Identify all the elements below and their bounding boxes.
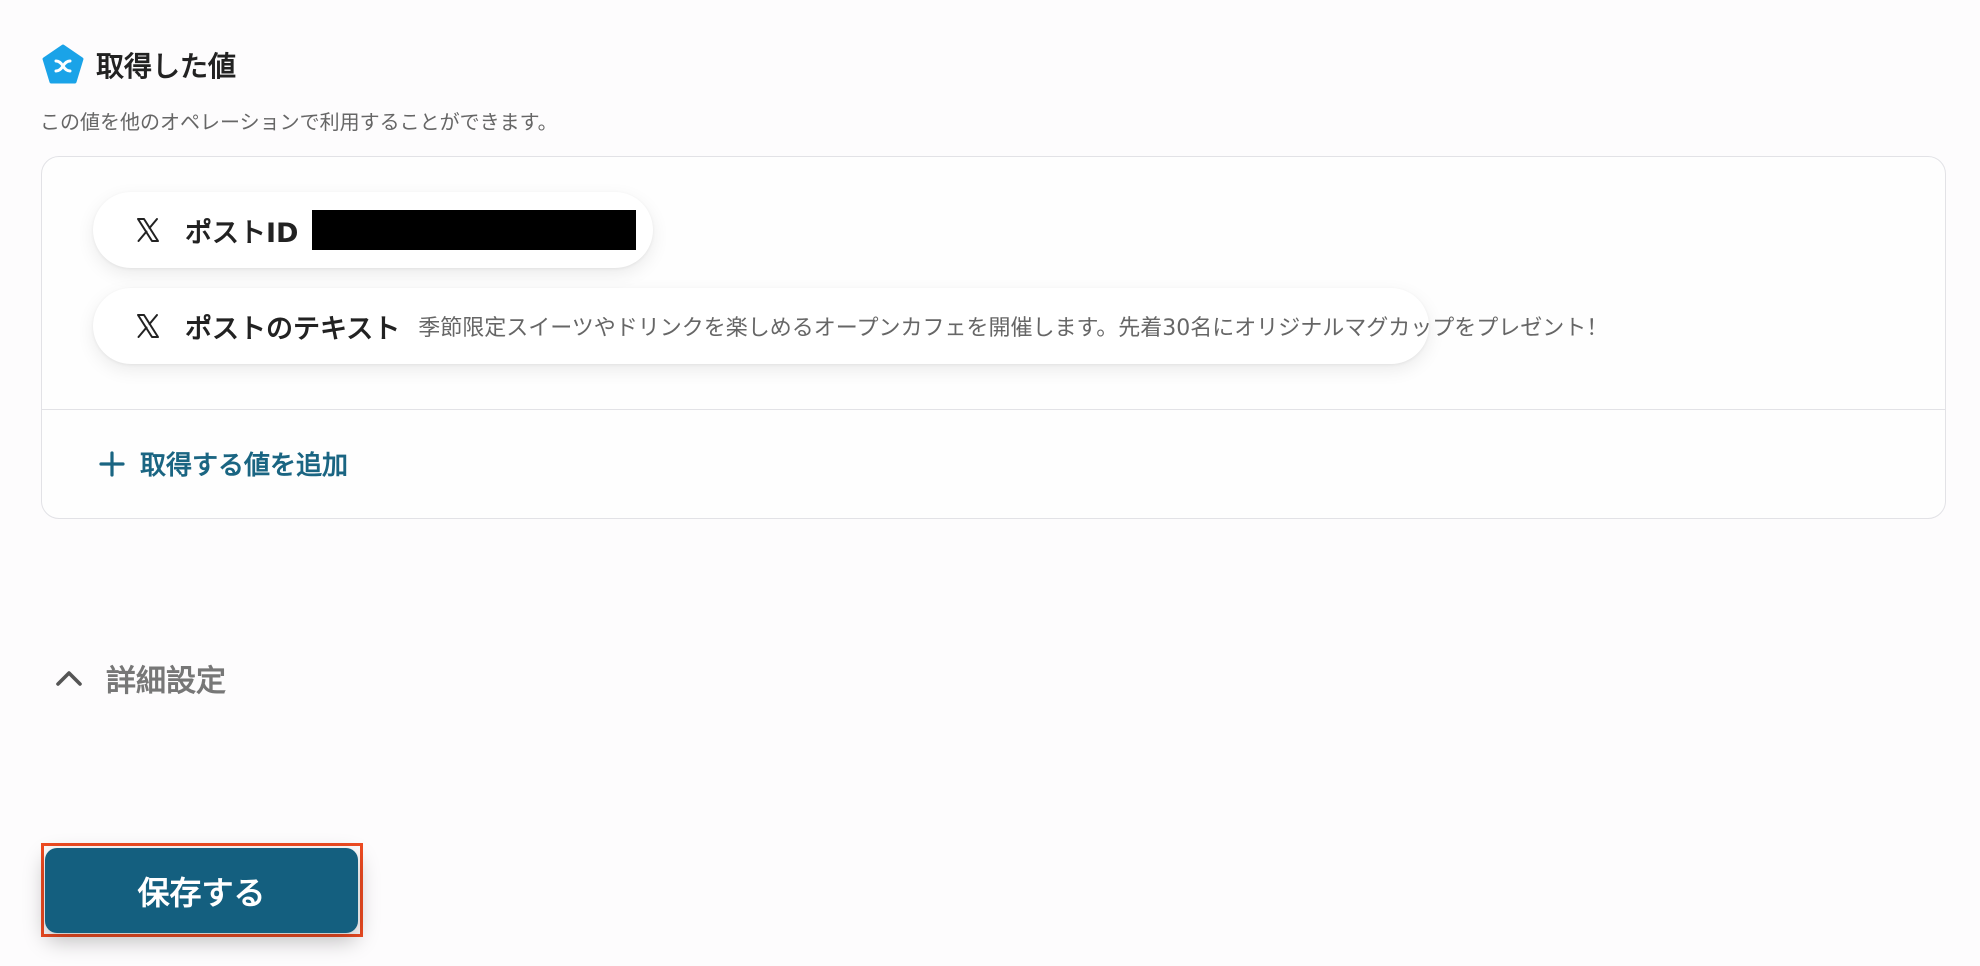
section-title: 取得した値 — [96, 50, 237, 83]
save-button[interactable]: 保存する — [45, 848, 358, 933]
redacted-value — [312, 210, 637, 250]
acquired-values-card: ポストID ポストのテキスト 季節限定スイーツやドリンクを楽しめるオープンカフェ… — [41, 156, 1946, 519]
value-label: ポストのテキスト — [185, 313, 401, 345]
value-chip-post-text[interactable]: ポストのテキスト 季節限定スイーツやドリンクを楽しめるオープンカフェを開催します… — [93, 288, 1608, 364]
value-chip-post-id[interactable]: ポストID — [93, 192, 653, 268]
section-header: 取得した値 — [42, 44, 236, 86]
add-value-label: 取得する値を追加 — [140, 451, 349, 481]
page: 取得した値 この値を他のオペレーションで利用することができます。 ポストID ポ… — [0, 0, 1980, 966]
add-value-button[interactable]: 取得する値を追加 — [98, 445, 348, 482]
value-text: 季節限定スイーツやドリンクを楽しめるオープンカフェを開催します。先着30名にオリ… — [418, 316, 1609, 341]
x-logo-icon — [137, 314, 159, 338]
plus-icon — [99, 450, 125, 477]
chevron-up-icon — [56, 671, 82, 686]
value-label: ポストID — [185, 217, 299, 249]
yoom-pentagon-icon — [42, 44, 84, 84]
section-description: この値を他のオペレーションで利用することができます。 — [40, 110, 558, 134]
advanced-settings-toggle[interactable]: 詳細設定 — [52, 656, 226, 700]
advanced-settings-label: 詳細設定 — [106, 664, 226, 699]
x-logo-icon — [137, 218, 159, 242]
divider — [42, 409, 1945, 410]
